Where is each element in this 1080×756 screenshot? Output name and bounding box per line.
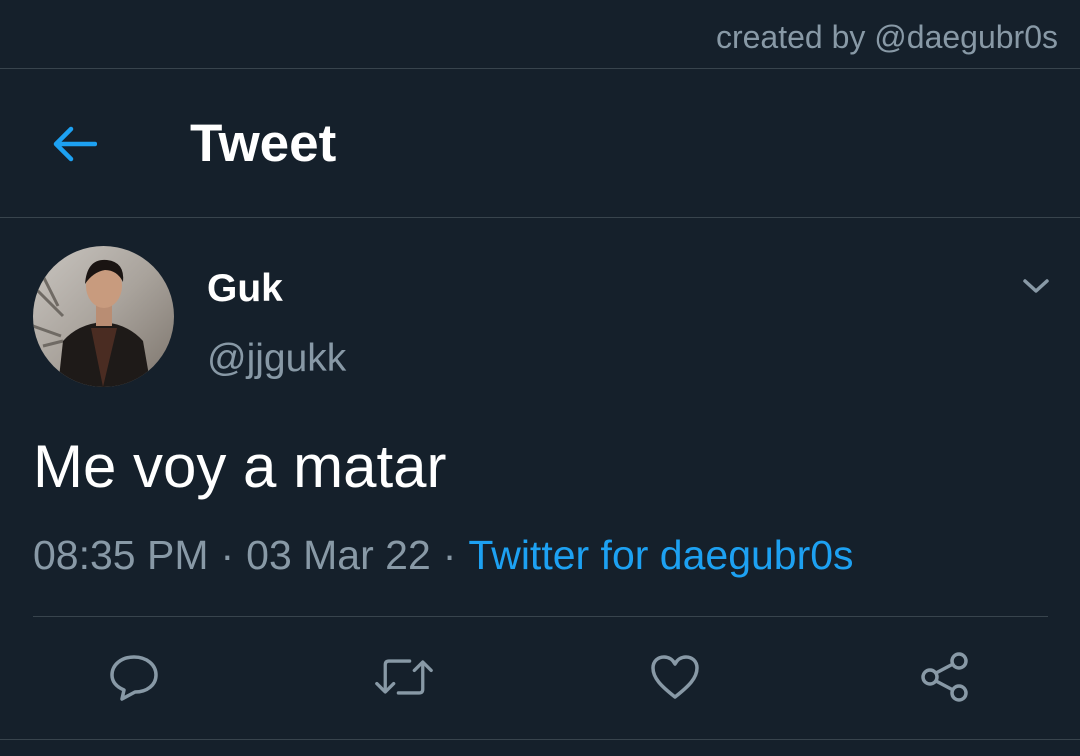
share-icon (921, 652, 968, 702)
reply-icon (110, 655, 158, 701)
display-name[interactable]: Guk (207, 266, 283, 312)
share-button[interactable] (915, 649, 975, 705)
heart-icon (651, 655, 699, 699)
action-bar (0, 617, 1080, 739)
tweet-text: Me voy a matar (33, 433, 447, 500)
more-options-button[interactable] (1014, 266, 1058, 306)
meta-separator: · (442, 532, 457, 578)
retweet-button[interactable] (374, 649, 434, 705)
tweet-source-link[interactable]: Twitter for daegubr0s (468, 532, 853, 578)
retweet-icon (375, 659, 433, 695)
like-button[interactable] (645, 649, 705, 705)
divider (0, 739, 1080, 740)
chevron-down-icon (1023, 279, 1049, 293)
avatar-photo (33, 246, 174, 387)
credit-text: created by @daegubr0s (715, 19, 1058, 55)
top-app-bar: Tweet (0, 69, 1080, 218)
user-handle[interactable]: @jjgukk (207, 336, 346, 382)
tweet-date: 03 Mar 22 (246, 532, 431, 578)
page-title: Tweet (190, 114, 337, 173)
meta-separator: · (220, 532, 235, 578)
avatar[interactable] (33, 246, 174, 387)
tweet-meta: 08:35 PM · 03 Mar 22 · Twitter for daegubr0s (33, 530, 854, 580)
credit-bar: created by @daegubr0s (0, 0, 1080, 69)
tweet-time: 08:35 PM (33, 532, 209, 578)
back-button[interactable] (44, 117, 104, 171)
reply-button[interactable] (104, 649, 164, 705)
arrow-left-icon (53, 126, 97, 162)
